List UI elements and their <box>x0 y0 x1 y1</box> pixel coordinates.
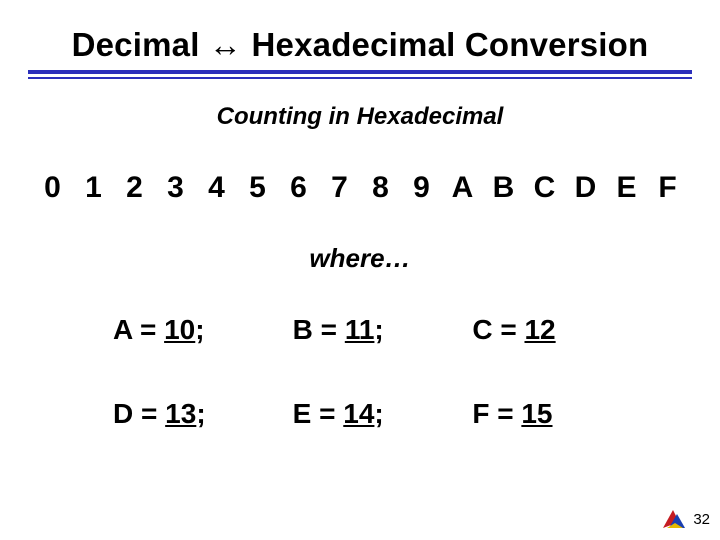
slide: Decimal ↔ Hexadecimal Conversion Countin… <box>0 0 720 540</box>
hex-digit: 6 <box>278 171 319 205</box>
hex-digit: 0 <box>32 171 73 205</box>
mapping-cell: D = 13; <box>113 398 273 430</box>
hex-digit: 4 <box>196 171 237 205</box>
hex-digit: 9 <box>401 171 442 205</box>
hex-digit: 1 <box>73 171 114 205</box>
page-footer: 32 <box>661 508 710 530</box>
divider-thick <box>28 70 692 74</box>
mapping-cell: C = 12 <box>472 314 632 346</box>
hex-digit: 5 <box>237 171 278 205</box>
mapping-value: 12 <box>524 314 555 345</box>
hex-digit: B <box>483 171 524 205</box>
hex-digit: 8 <box>360 171 401 205</box>
slide-subtitle: Counting in Hexadecimal <box>28 103 692 131</box>
mapping-value: 10 <box>164 314 195 345</box>
divider-thin <box>28 77 692 79</box>
hex-digit: C <box>524 171 565 205</box>
mapping-value: 11 <box>345 314 375 345</box>
mapping-grid: A = 10; B = 11; C = 12 D = 13; E = 14; F… <box>113 314 632 430</box>
mapping-cell: E = 14; <box>293 398 453 430</box>
mapping-value: 14 <box>343 398 374 429</box>
slide-title: Decimal ↔ Hexadecimal Conversion <box>28 26 692 64</box>
hex-digit: A <box>442 171 483 205</box>
where-label: where… <box>28 243 692 274</box>
hex-digit: F <box>647 171 688 205</box>
mapping-letter: A <box>113 314 132 345</box>
mapping-letter: F <box>472 398 489 429</box>
hex-digit-row: 0 1 2 3 4 5 6 7 8 9 A B C D E F <box>28 171 692 205</box>
mapping-letter: C <box>472 314 492 345</box>
hex-digit: D <box>565 171 606 205</box>
hex-digit: 7 <box>319 171 360 205</box>
page-number: 32 <box>693 511 710 528</box>
logo-icon <box>661 508 687 530</box>
title-underline <box>28 70 692 79</box>
mapping-letter: D <box>113 398 133 429</box>
mapping-value: 13 <box>165 398 196 429</box>
mapping-cell: B = 11; <box>293 314 453 346</box>
hex-digit: E <box>606 171 647 205</box>
hex-digit: 3 <box>155 171 196 205</box>
hex-digit: 2 <box>114 171 155 205</box>
mapping-value: 15 <box>521 398 552 429</box>
mapping-cell: F = 15 <box>472 398 632 430</box>
mapping-cell: A = 10; <box>113 314 273 346</box>
mapping-letter: E <box>293 398 312 429</box>
mapping-letter: B <box>293 314 313 345</box>
